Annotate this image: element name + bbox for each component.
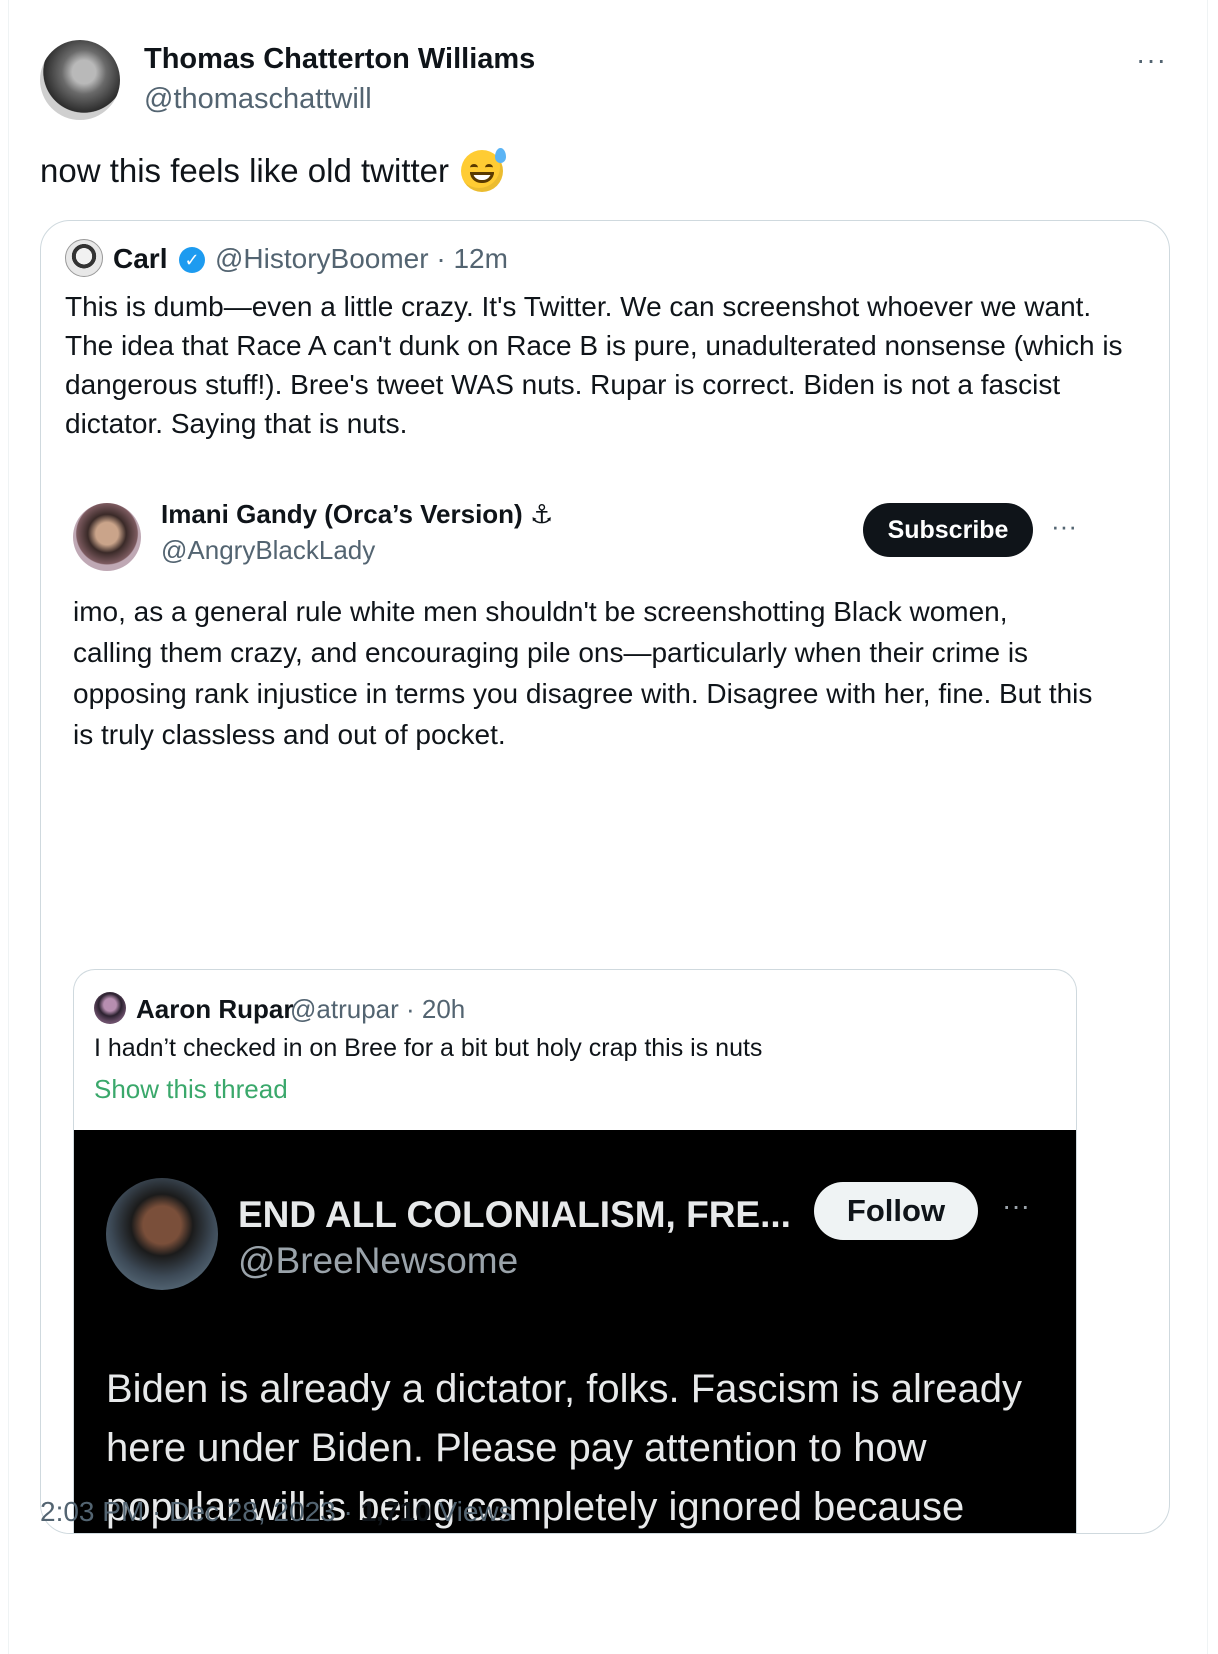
bree-avatar	[106, 1178, 218, 1290]
quoted-tweet-card[interactable]: Carl ✓ @HistoryBoomer · 12m This is dumb…	[40, 220, 1170, 1534]
rupar-text: I hadn’t checked in on Bree for a bit bu…	[94, 1034, 763, 1062]
rupar-quoted-tweet: Aaron Rupar @atrupar · 20h I hadn’t chec…	[73, 969, 1077, 1533]
quote-avatar[interactable]	[65, 239, 103, 277]
views-count: 1,710	[360, 1496, 431, 1527]
imani-more-icon: ···	[1051, 511, 1077, 541]
rupar-meta: @atrupar · 20h	[290, 994, 466, 1024]
tweet-body: now this feels like old twitter	[40, 152, 450, 189]
show-thread-link: Show this thread	[94, 1074, 288, 1104]
quote-text: This is dumb—even a little crazy. It's T…	[65, 291, 1123, 439]
views-label: Views	[430, 1496, 513, 1527]
verified-badge-icon: ✓	[179, 247, 205, 273]
more-options-icon[interactable]: ···	[1136, 44, 1167, 76]
bree-handle: @BreeNewsome	[238, 1240, 519, 1281]
quote-author-name[interactable]: Carl	[113, 243, 167, 275]
bree-more-icon: ···	[1002, 1190, 1030, 1221]
author-handle[interactable]: @thomaschattwill	[144, 83, 372, 116]
imani-avatar	[73, 503, 141, 571]
imani-name: Imani Gandy (Orca’s Version) ⚓	[161, 499, 554, 529]
quote-author-meta: @HistoryBoomer · 12m	[215, 243, 508, 274]
bree-name: END ALL COLONIALISM, FRE...	[238, 1194, 791, 1235]
author-name[interactable]: Thomas Chatterton Williams	[144, 43, 535, 76]
rupar-name: Aaron Rupar	[136, 994, 294, 1024]
author-avatar[interactable]	[40, 40, 120, 120]
rupar-avatar	[94, 992, 126, 1024]
imani-tweet-text: imo, as a general rule white men shouldn…	[73, 596, 1093, 750]
grinning-face-with-sweat-icon	[461, 148, 507, 192]
embedded-screenshot: Imani Gandy (Orca’s Version) ⚓ @AngryBla…	[41, 473, 1126, 1533]
follow-button: Follow	[814, 1182, 978, 1240]
subscribe-button: Subscribe	[863, 503, 1033, 557]
bree-tweet-image: END ALL COLONIALISM, FRE... @BreeNewsome…	[74, 1130, 1076, 1533]
tweet-text: now this feels like old twitter	[40, 148, 507, 192]
tweet-footer: 2:03 PM · Dec 28, 2023 · 1,710 Views	[40, 1496, 513, 1528]
imani-handle: @AngryBlackLady	[161, 535, 376, 565]
tweet-timestamp[interactable]: 2:03 PM · Dec 28, 2023 ·	[40, 1496, 361, 1527]
